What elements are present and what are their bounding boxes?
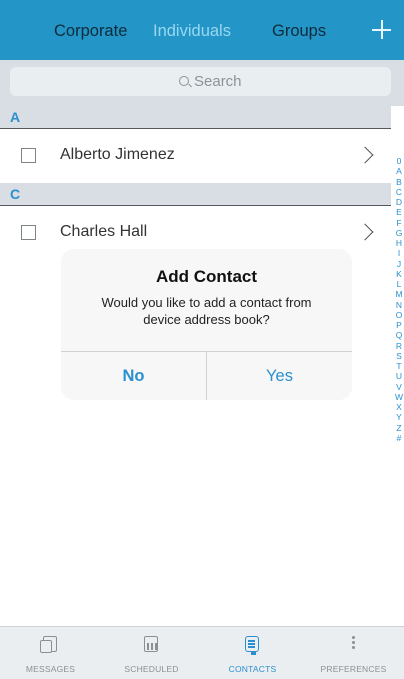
alphabet-index-letter[interactable]: Z <box>394 423 404 433</box>
alphabet-index-letter[interactable]: B <box>394 177 404 187</box>
tabbar-contacts[interactable]: CONTACTS <box>202 627 303 679</box>
alphabet-index-letter[interactable]: Y <box>394 412 404 422</box>
messages-icon <box>40 636 57 653</box>
alphabet-index-letter[interactable]: I <box>394 248 404 258</box>
alphabet-index-letter[interactable]: N <box>394 300 404 310</box>
section-letter: A <box>10 109 21 125</box>
search-placeholder: Search <box>194 73 242 90</box>
chevron-right-icon[interactable] <box>356 146 374 164</box>
alphabet-index-letter[interactable]: W <box>394 392 404 402</box>
tabbar-label: MESSAGES <box>25 664 76 674</box>
plus-icon[interactable] <box>372 20 391 39</box>
search-icon <box>179 76 189 86</box>
section-letter: C <box>10 186 21 202</box>
top-bar: Corporate Individuals Groups <box>0 0 404 60</box>
contact-checkbox[interactable] <box>21 148 36 163</box>
chevron-right-icon[interactable] <box>356 223 374 241</box>
alphabet-index[interactable]: 0 A B C D E F G H I J K L M N O P Q R S T U V W X Y Z # <box>394 156 404 443</box>
more-vertical-icon <box>352 636 356 652</box>
alphabet-index-letter[interactable]: H <box>394 238 404 248</box>
dialog-title: Add Contact <box>155 267 258 286</box>
bottom-tab-bar: MESSAGES SCHEDULED CONTACTS PREFERENCES <box>0 626 404 679</box>
tabbar-label: CONTACTS <box>228 664 277 674</box>
alphabet-index-letter[interactable]: A <box>394 166 404 176</box>
tabbar-label: SCHEDULED <box>124 664 179 674</box>
alphabet-index-letter[interactable]: V <box>394 382 404 392</box>
alphabet-index-letter[interactable]: R <box>394 341 404 351</box>
no-button[interactable]: No <box>61 352 206 400</box>
add-contact-dialog: Add Contact Would you like to add a cont… <box>61 249 352 400</box>
alphabet-index-letter[interactable]: P <box>394 320 404 330</box>
contacts-icon <box>245 636 259 655</box>
tabbar-preferences[interactable]: PREFERENCES <box>303 627 404 679</box>
calendar-icon <box>144 636 158 652</box>
alphabet-index-letter[interactable]: G <box>394 228 404 238</box>
contact-name: Alberto Jimenez <box>60 146 175 163</box>
alphabet-index-letter[interactable]: # <box>394 433 404 443</box>
alphabet-index-letter[interactable]: J <box>394 259 404 269</box>
dialog-message: Would you like to add a contact from dev… <box>101 295 312 327</box>
alphabet-index-letter[interactable]: L <box>394 279 404 289</box>
tabbar-label: PREFERENCES <box>320 664 387 674</box>
alphabet-index-letter[interactable]: 0 <box>394 156 404 166</box>
contact-name: Charles Hall <box>60 223 148 240</box>
tab-individuals[interactable]: Individuals <box>153 22 231 41</box>
alphabet-index-letter[interactable]: C <box>394 187 404 197</box>
tabbar-messages[interactable]: MESSAGES <box>0 627 101 679</box>
tab-groups[interactable]: Groups <box>272 22 326 41</box>
contact-checkbox[interactable] <box>21 225 36 240</box>
alphabet-index-letter[interactable]: M <box>394 289 404 299</box>
search-input[interactable]: Search <box>10 67 391 96</box>
search-area: Search <box>0 60 404 106</box>
alphabet-index-letter[interactable]: O <box>394 310 404 320</box>
alphabet-index-letter[interactable]: Q <box>394 330 404 340</box>
alphabet-index-letter[interactable]: U <box>394 371 404 381</box>
alphabet-index-letter[interactable]: X <box>394 402 404 412</box>
alphabet-index-letter[interactable]: K <box>394 269 404 279</box>
alphabet-index-letter[interactable]: D <box>394 197 404 207</box>
alphabet-index-letter[interactable]: E <box>394 207 404 217</box>
alphabet-index-letter[interactable]: F <box>394 218 404 228</box>
tab-corporate[interactable]: Corporate <box>54 22 127 41</box>
alphabet-index-letter[interactable]: S <box>394 351 404 361</box>
section-header-c: C <box>0 183 391 206</box>
contact-row[interactable]: Alberto Jimenez <box>0 129 391 183</box>
alphabet-index-letter[interactable]: T <box>394 361 404 371</box>
section-header-a: A <box>0 106 391 129</box>
yes-button[interactable]: Yes <box>207 352 352 400</box>
tabbar-scheduled[interactable]: SCHEDULED <box>101 627 202 679</box>
